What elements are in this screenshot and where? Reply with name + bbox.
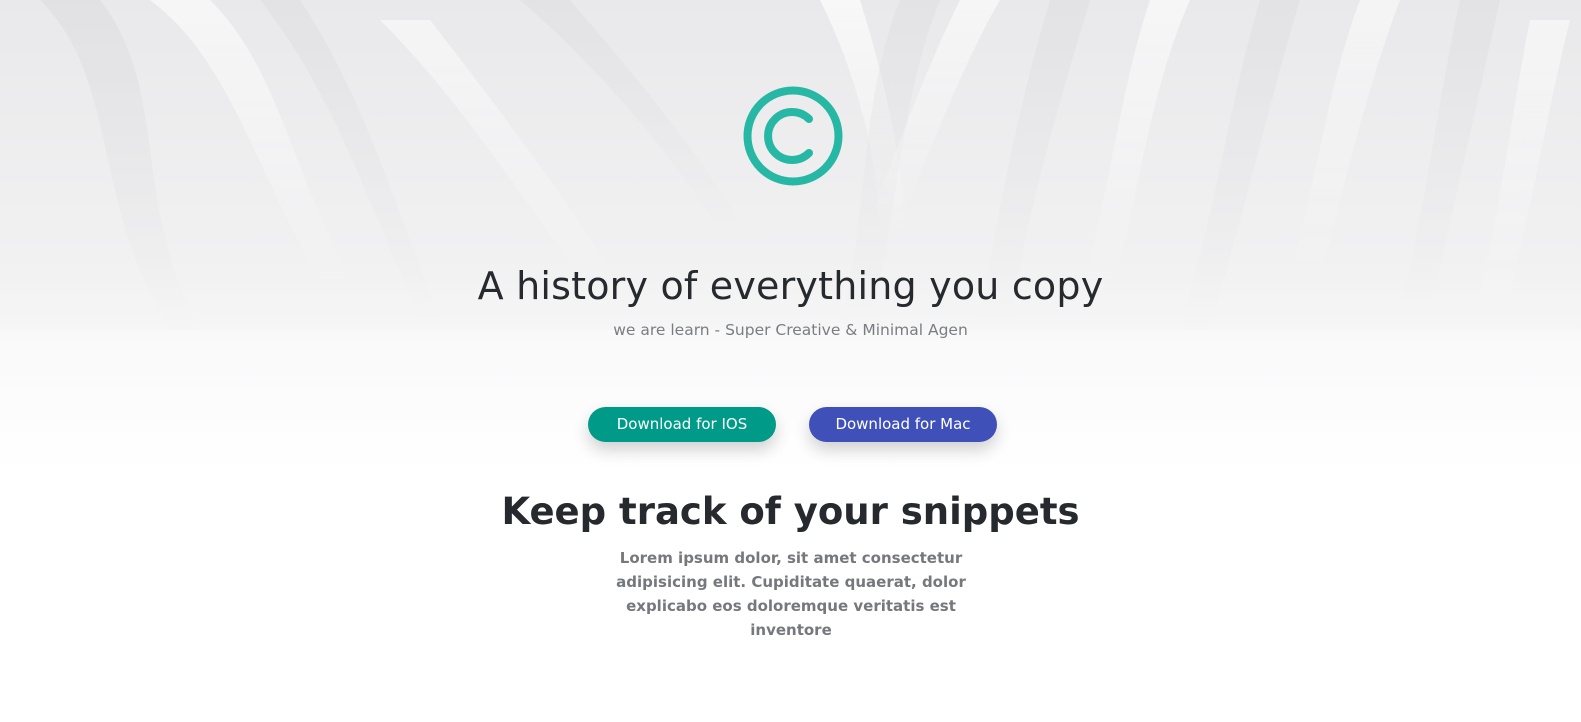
download-mac-button[interactable]: Download for Mac (809, 407, 997, 442)
hero-subheadline: we are learn - Super Creative & Minimal … (613, 321, 968, 339)
copyright-logo-icon (743, 86, 843, 186)
features-description: Lorem ipsum dolor, sit amet consectetur … (616, 549, 966, 639)
download-ios-button[interactable]: Download for IOS (588, 407, 776, 442)
landing-page: A history of everything you copy we are … (0, 0, 1581, 722)
hero-headline: A history of everything you copy (477, 264, 1104, 308)
hero-background (0, 0, 1581, 470)
features-title: Keep track of your snippets (501, 490, 1080, 533)
